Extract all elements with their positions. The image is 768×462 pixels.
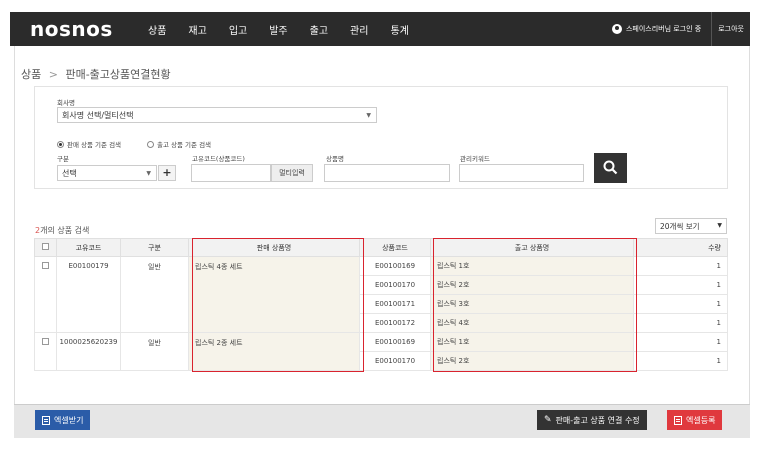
- sales-name-cell: 립스틱 4종 세트: [188, 256, 360, 333]
- nav-item-statistics[interactable]: 통계: [390, 22, 408, 37]
- type-cell: 일반: [120, 332, 189, 371]
- result-count-suffix: 개의 상품 검색: [40, 226, 90, 235]
- user-status: 스페이스리버님 로그인 중: [611, 24, 711, 34]
- top-navigation-bar: nosnos 상품 재고 입고 발주 출고 관리 통계 스페이스리버님 로그인 …: [10, 12, 750, 46]
- nav-item-product[interactable]: 상품: [148, 22, 166, 37]
- qty-cell: 1: [633, 351, 728, 371]
- nav-item-management[interactable]: 관리: [350, 22, 368, 37]
- qty-cell: 1: [633, 313, 728, 333]
- nav-item-outbound[interactable]: 출고: [310, 22, 328, 37]
- nav-item-order[interactable]: 발주: [269, 22, 287, 37]
- breadcrumb: 상품 > 판매-출고상품연결현황: [21, 66, 175, 82]
- excel-download-button[interactable]: 엑셀받기: [35, 410, 91, 430]
- company-select-value: 회사명 선택/멀티선택: [62, 111, 134, 120]
- select-all-checkbox[interactable]: [42, 243, 49, 250]
- chevron-down-icon: ▼: [366, 112, 371, 119]
- col-header-qty: 수량: [633, 238, 728, 257]
- multi-input-button[interactable]: 멀티입력: [271, 164, 313, 182]
- user-icon: [611, 24, 622, 34]
- outbound-name-cell: 립스틱 3호: [430, 294, 634, 314]
- product-name-input[interactable]: [324, 164, 450, 182]
- col-header-sales-name: 판매 상품명: [188, 238, 360, 257]
- company-label: 회사명: [57, 99, 75, 107]
- excel-register-label: 엑셀등록: [686, 415, 716, 425]
- row-checkbox[interactable]: [42, 338, 49, 345]
- type-cell: 일반: [120, 256, 189, 333]
- outbound-name-cell: 립스틱 4호: [430, 313, 634, 333]
- product-code-cell: E00100169: [359, 332, 431, 352]
- nav-item-inbound[interactable]: 입고: [229, 22, 247, 37]
- unique-code-label: 고유코드(상품코드): [192, 155, 245, 163]
- col-header-type: 구분: [120, 238, 189, 257]
- qty-cell: 1: [633, 294, 728, 314]
- add-division-button[interactable]: +: [158, 165, 176, 181]
- radio-selected-icon: [57, 140, 64, 148]
- sales-name-cell: 립스틱 2종 세트: [188, 332, 360, 371]
- result-count: 2개의 상품 검색: [35, 225, 89, 236]
- product-code-cell: E00100172: [359, 313, 431, 333]
- excel-file-icon: [42, 415, 50, 425]
- management-keyword-label: 관리키워드: [460, 155, 490, 163]
- search-icon: [603, 160, 618, 175]
- product-code-cell: E00100170: [359, 275, 431, 295]
- edit-link-label: 판매-출고 상품 연결 수정: [555, 415, 640, 425]
- per-page-select[interactable]: 20개씩 보기 ▼: [655, 218, 727, 234]
- division-select[interactable]: 선택 ▼: [57, 165, 157, 181]
- chevron-down-icon: ▼: [146, 170, 151, 177]
- radio-sales-label: 판매 상품 기준 검색: [67, 141, 122, 149]
- qty-cell: 1: [633, 332, 728, 352]
- page-title: 판매-출고상품연결현황: [65, 68, 171, 81]
- nosnos-logo[interactable]: nosnos: [30, 17, 148, 41]
- radio-outbound-basis[interactable]: 출고 상품 기준 검색: [147, 139, 211, 149]
- outbound-name-cell: 립스틱 1호: [430, 256, 634, 276]
- excel-download-label: 엑셀받기: [54, 415, 84, 425]
- qty-cell: 1: [633, 275, 728, 295]
- nav-item-inventory[interactable]: 재고: [188, 22, 206, 37]
- row-checkbox-cell[interactable]: [34, 256, 57, 333]
- qty-cell: 1: [633, 256, 728, 276]
- product-name-label: 상품명: [326, 155, 344, 163]
- per-page-value: 20개씩 보기: [660, 222, 700, 231]
- user-login-text: 스페이스리버님 로그인 중: [625, 25, 702, 33]
- col-header-product-code: 상품코드: [359, 238, 431, 257]
- division-select-value: 선택: [62, 169, 77, 178]
- radio-outbound-label: 출고 상품 기준 검색: [157, 141, 212, 149]
- product-link-table: 고유코드 구분 판매 상품명 상품코드 출고 상품명 수량 E00100179 …: [34, 238, 728, 371]
- table-header-row: 고유코드 구분 판매 상품명 상품코드 출고 상품명 수량: [34, 238, 728, 257]
- product-code-cell: E00100170: [359, 351, 431, 371]
- outbound-name-cell: 립스틱 2호: [430, 275, 634, 295]
- division-label: 구분: [57, 155, 69, 163]
- row-checkbox-cell[interactable]: [34, 332, 57, 371]
- col-header-unique-code: 고유코드: [56, 238, 121, 257]
- row-checkbox[interactable]: [42, 262, 49, 269]
- logout-button[interactable]: 로그아웃: [711, 12, 750, 46]
- col-header-outbound-name: 출고 상품명: [430, 238, 634, 257]
- product-code-cell: E00100169: [359, 256, 431, 276]
- user-area: 스페이스리버님 로그인 중 로그아웃: [611, 12, 750, 46]
- chevron-down-icon: ▼: [717, 222, 722, 229]
- select-all-checkbox-cell[interactable]: [34, 238, 57, 257]
- radio-sales-basis[interactable]: 판매 상품 기준 검색: [57, 139, 121, 149]
- main-nav: 상품 재고 입고 발주 출고 관리 통계: [148, 22, 431, 37]
- unique-code-cell: 1000025620239: [56, 332, 121, 371]
- company-select[interactable]: 회사명 선택/멀티선택 ▼: [57, 107, 377, 123]
- product-code-cell: E00100171: [359, 294, 431, 314]
- table-row: E00100179 일반 립스틱 4종 세트 E00100169 립스틱 1호 …: [34, 256, 728, 333]
- unique-code-cell: E00100179: [56, 256, 121, 333]
- outbound-name-cell: 립스틱 1호: [430, 332, 634, 352]
- breadcrumb-root[interactable]: 상품: [21, 68, 41, 81]
- table-row: 1000025620239 일반 립스틱 2종 세트 E00100169 립스틱…: [34, 332, 728, 371]
- excel-file-icon: [674, 415, 682, 425]
- search-button[interactable]: [594, 153, 627, 183]
- breadcrumb-separator: >: [48, 68, 58, 81]
- excel-register-button[interactable]: 엑셀등록: [667, 410, 723, 430]
- management-keyword-input[interactable]: [459, 164, 584, 182]
- radio-unselected-icon: [147, 140, 154, 148]
- unique-code-input[interactable]: [191, 164, 271, 182]
- outbound-name-cell: 립스틱 2호: [430, 351, 634, 371]
- edit-link-button[interactable]: ✎ 판매-출고 상품 연결 수정: [537, 410, 647, 430]
- pencil-icon: ✎: [544, 415, 552, 425]
